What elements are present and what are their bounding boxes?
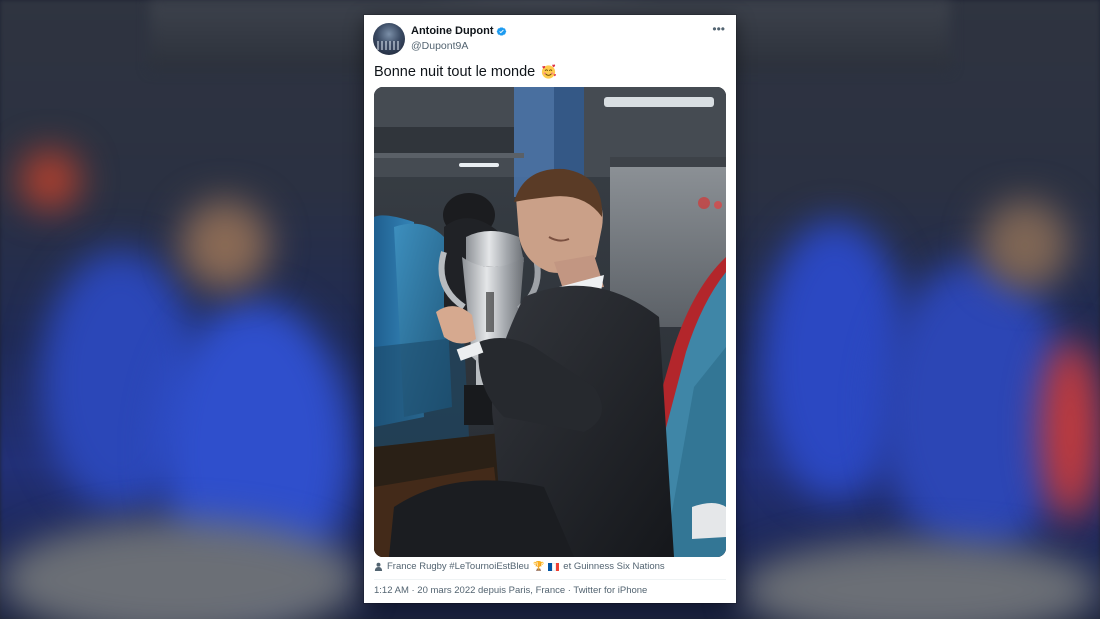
divider bbox=[374, 579, 726, 580]
tagged-users-prefix: France Rugby #LeTournoiEstBleu bbox=[387, 561, 530, 572]
tweet-photo[interactable] bbox=[374, 87, 726, 557]
background-blob bbox=[1040, 340, 1100, 520]
person-icon bbox=[374, 562, 383, 571]
avatar[interactable] bbox=[373, 23, 405, 55]
tweet-card[interactable]: Antoine Dupont @Dupont9A ••• Bonne nuit … bbox=[364, 15, 736, 603]
background-blob bbox=[20, 150, 80, 210]
smiling-face-with-hearts-icon bbox=[542, 64, 557, 79]
background-blob bbox=[180, 200, 270, 290]
photo-illustration bbox=[374, 87, 726, 557]
tweet-text: Bonne nuit tout le monde bbox=[374, 63, 536, 80]
screenshot-stage: Antoine Dupont @Dupont9A ••• Bonne nuit … bbox=[0, 0, 1100, 619]
trophy-icon: 🏆 bbox=[533, 561, 545, 571]
author-name-row: Antoine Dupont bbox=[411, 25, 507, 37]
tweet-header: Antoine Dupont @Dupont9A ••• bbox=[373, 23, 727, 63]
france-flag-icon bbox=[548, 562, 560, 571]
more-icon[interactable]: ••• bbox=[712, 23, 725, 35]
author-handle[interactable]: @Dupont9A bbox=[411, 40, 468, 52]
tweet-text-row: Bonne nuit tout le monde bbox=[374, 63, 557, 80]
verified-badge-icon bbox=[497, 27, 507, 35]
tagged-users-suffix: et Guinness Six Nations bbox=[563, 561, 665, 572]
tagged-users-row[interactable]: France Rugby #LeTournoiEstBleu 🏆 et Guin… bbox=[374, 561, 665, 572]
tweet-meta[interactable]: 1:12 AM · 20 mars 2022 depuis Paris, Fra… bbox=[374, 585, 647, 596]
background-blob bbox=[980, 200, 1070, 290]
author-name[interactable]: Antoine Dupont bbox=[411, 25, 493, 37]
